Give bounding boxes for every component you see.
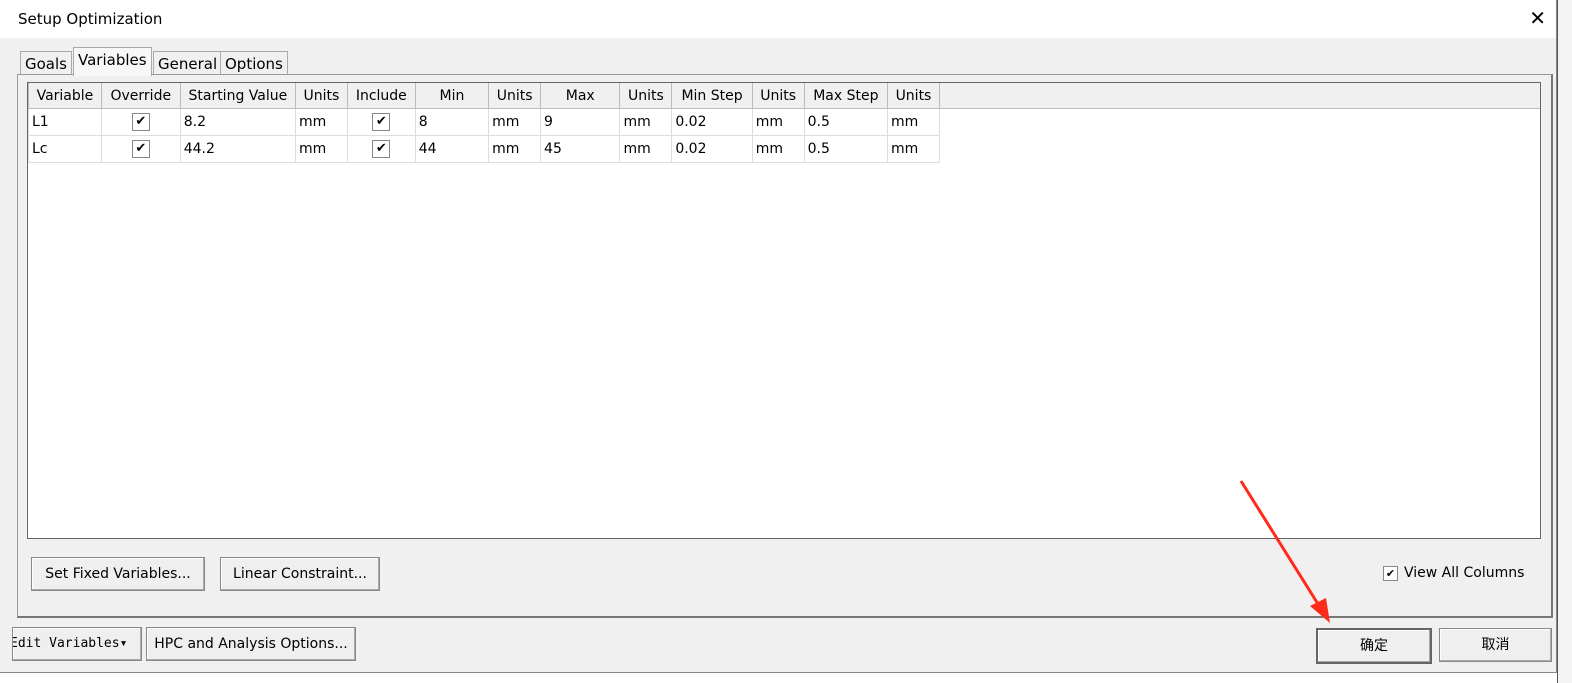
arrow-head-icon xyxy=(1310,598,1330,623)
red-arrow-annotation xyxy=(1239,480,1330,623)
arrow-shaft xyxy=(1239,480,1320,605)
tab-variables[interactable]: Variables xyxy=(73,47,152,76)
